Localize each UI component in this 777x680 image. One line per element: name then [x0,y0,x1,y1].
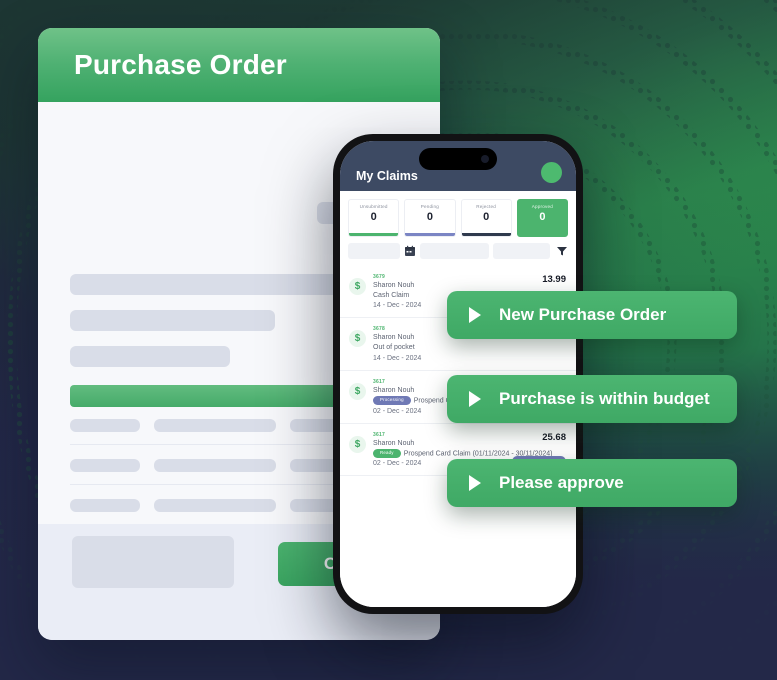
callout-label: Purchase is within budget [499,389,710,408]
play-icon [469,475,481,491]
dollar-icon: $ [349,278,366,295]
placeholder-cell [154,459,276,472]
stat-label: Approved [531,204,553,209]
placeholder-block [70,346,230,367]
stat-value: 0 [483,211,490,223]
status-badge: Ready [373,448,401,458]
dollar-icon: $ [349,435,366,453]
phone-notch [419,148,497,170]
play-icon [469,391,481,407]
stat-card-approved[interactable]: Approved 0 [516,199,568,237]
claim-amount: 25.68 [542,431,566,443]
stat-underline [461,233,511,236]
filter-icon[interactable] [556,245,568,257]
placeholder-block [72,536,234,588]
placeholder-cell [154,499,276,512]
claim-name: Sharon Nouh [373,439,415,447]
claim-id: 3617 [373,431,385,438]
stat-value: 0 [370,211,377,223]
stat-value: 0 [426,211,433,223]
stat-underline [405,233,455,236]
stat-value: 0 [539,211,546,223]
phone-mockup: My Claims Unsubmitted 0 Pending 0 Reject… [333,134,583,614]
claim-name: Sharon Nouh [373,282,415,289]
placeholder-cell [70,459,140,472]
stat-label: Pending [420,204,439,209]
claim-description: Out of pocket [373,344,415,352]
filter-bar [340,237,576,266]
dollar-icon: $ [349,330,366,348]
claim-date: 14 - Dec - 2024 [373,354,422,362]
callout-please-approve[interactable]: Please approve [447,459,737,507]
filter-field-date[interactable] [420,243,489,259]
claim-amount: 13.99 [542,274,566,285]
callout-label: New Purchase Order [499,305,667,324]
stat-underline [349,233,399,236]
calendar-icon[interactable] [404,245,416,257]
callout-label: Please approve [499,473,624,492]
stat-card-rejected[interactable]: Rejected 0 [460,199,512,237]
filter-field-type[interactable] [348,243,401,259]
filter-field-status[interactable] [492,243,550,259]
stat-label: Unsubmitted [359,204,388,209]
dollar-icon: $ [349,382,366,400]
callout-new-purchase-order[interactable]: New Purchase Order [447,291,737,339]
stat-card-pending[interactable]: Pending 0 [404,199,456,237]
page-title: Purchase Order [74,49,287,80]
placeholder-cell [154,419,276,432]
placeholder-block [70,310,275,331]
play-icon [469,307,481,323]
stat-card-unsubmitted[interactable]: Unsubmitted 0 [348,199,400,237]
camera-icon [481,155,489,163]
placeholder-cell [70,499,140,512]
stat-label: Rejected [476,204,496,209]
avatar[interactable] [541,162,562,183]
placeholder-cell [70,419,140,432]
purchase-order-header: Purchase Order [38,28,440,102]
app-title: My Claims [356,169,418,183]
status-badge: Processing [373,395,411,405]
phone-screen: My Claims Unsubmitted 0 Pending 0 Reject… [340,141,576,607]
stats-row: Unsubmitted 0 Pending 0 Rejected 0 Appro… [340,191,576,237]
callout-purchase-within-budget[interactable]: Purchase is within budget [447,375,737,423]
claim-id: 3679 [373,274,385,280]
